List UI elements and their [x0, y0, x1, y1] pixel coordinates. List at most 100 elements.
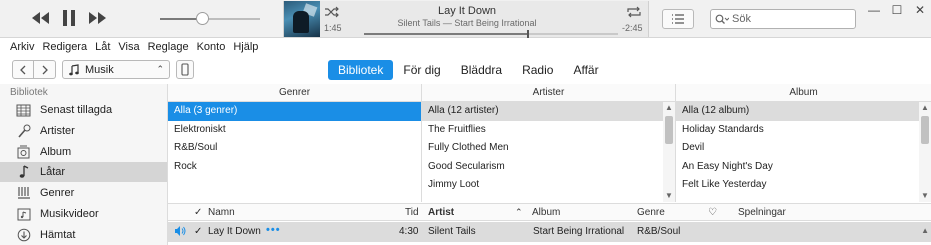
fast-forward-button[interactable]	[88, 11, 108, 25]
device-button[interactable]	[176, 60, 194, 79]
artists-scrollbar[interactable]: ▲ ▼	[663, 102, 675, 202]
genre-item[interactable]: Alla (3 genrer)	[168, 102, 421, 121]
search-input[interactable]	[732, 13, 842, 25]
album-item[interactable]: Alla (12 album)	[676, 102, 931, 121]
genre-item[interactable]: Elektroniskt	[168, 121, 421, 140]
menu-lat[interactable]: Låt	[95, 41, 110, 53]
sidebar-item-recently-added[interactable]: Senast tillagda	[0, 100, 167, 120]
column-header-album[interactable]: Album	[532, 207, 560, 218]
shuffle-button[interactable]	[324, 6, 340, 21]
song-album: Start Being Irrational	[533, 226, 625, 237]
album-item[interactable]: Felt Like Yesterday	[676, 176, 931, 195]
tab-bibliotek[interactable]: Bibliotek	[328, 60, 394, 80]
menu-visa[interactable]: Visa	[118, 41, 139, 53]
sidebar-item-genres[interactable]: Genrer	[0, 183, 167, 203]
song-checkbox[interactable]: ✓	[194, 226, 202, 237]
scroll-thumb[interactable]	[921, 116, 929, 144]
scroll-down-icon[interactable]: ▼	[663, 190, 675, 202]
column-header-artist[interactable]: Artist	[428, 207, 454, 218]
artist-item[interactable]: Alla (12 artister)	[422, 102, 675, 121]
close-button[interactable]: ✕	[914, 4, 926, 16]
artist-item[interactable]: Good Secularism	[422, 158, 675, 177]
album-artwork[interactable]	[284, 1, 320, 37]
genre-item[interactable]: R&B/Soul	[168, 139, 421, 158]
album-item[interactable]: An Easy Night's Day	[676, 158, 931, 177]
artist-item[interactable]: Jimmy Loot	[422, 176, 675, 195]
albums-header[interactable]: Album	[676, 84, 931, 102]
library-sidebar: Bibliotek Senast tillagda Artister Album…	[0, 84, 168, 245]
minimize-button[interactable]: —	[868, 4, 880, 16]
menu-arkiv[interactable]: Arkiv	[10, 41, 34, 53]
forward-button[interactable]	[34, 60, 56, 79]
progress-fill	[364, 33, 527, 35]
artists-column: Artister Alla (12 artister) The Fruitfli…	[422, 84, 676, 202]
progress-playhead[interactable]	[526, 30, 529, 38]
album-icon	[16, 145, 31, 160]
sidebar-item-downloaded[interactable]: Hämtat	[0, 225, 167, 245]
maximize-button[interactable]: ☐	[891, 4, 903, 16]
download-icon	[16, 228, 31, 243]
volume-knob[interactable]	[196, 12, 209, 25]
music-note-icon	[16, 165, 31, 180]
now-playing-title: Lay It Down	[437, 5, 497, 17]
artist-item[interactable]: Fully Clothed Men	[422, 139, 675, 158]
tab-bladdra[interactable]: Bläddra	[451, 60, 512, 80]
scroll-up-icon[interactable]: ▲	[919, 102, 931, 114]
album-item[interactable]: Devil	[676, 139, 931, 158]
pause-icon	[63, 10, 75, 26]
rewind-button[interactable]	[30, 11, 50, 25]
media-type-select[interactable]: Musik ⌃	[62, 60, 170, 79]
menu-konto[interactable]: Konto	[197, 41, 226, 53]
menu-hjalp[interactable]: Hjälp	[233, 41, 258, 53]
search-field[interactable]	[710, 9, 856, 29]
volume-slider[interactable]	[160, 11, 260, 27]
menu-redigera[interactable]: Redigera	[42, 41, 87, 53]
column-header-genre[interactable]: Genre	[637, 207, 665, 218]
column-header-love[interactable]: ♡	[708, 207, 717, 218]
column-header-check[interactable]: ✓	[194, 207, 202, 218]
repeat-button[interactable]	[626, 6, 642, 21]
tab-for-dig[interactable]: För dig	[393, 60, 450, 80]
album-item[interactable]: Holiday Standards	[676, 121, 931, 140]
now-playing-display: 1:45 Lay It Down Silent Tails — Start Be…	[283, 1, 649, 38]
artist-item[interactable]: The Fruitflies	[422, 121, 675, 140]
song-time: 4:30	[399, 226, 419, 237]
sidebar-item-music-videos[interactable]: Musikvideor	[0, 204, 167, 224]
history-buttons	[12, 60, 56, 79]
sidebar-item-label: Senast tillagda	[40, 104, 113, 116]
tab-radio[interactable]: Radio	[512, 60, 563, 80]
genres-icon	[16, 186, 31, 201]
scroll-thumb[interactable]	[665, 116, 673, 144]
column-header-time[interactable]: Tid	[405, 207, 419, 218]
sidebar-item-label: Album	[40, 146, 72, 158]
sidebar-item-album[interactable]: Album	[0, 142, 167, 162]
song-genre: R&B/Soul	[637, 226, 681, 237]
pause-button[interactable]	[62, 9, 76, 27]
list-icon	[672, 14, 684, 24]
sidebar-item-artists[interactable]: Artister	[0, 121, 167, 141]
scroll-down-icon[interactable]: ▼	[919, 190, 931, 202]
table-row[interactable]: ✓ Lay It Down ••• 4:30 Silent Tails Star…	[168, 222, 931, 242]
song-artist: Silent Tails	[428, 226, 476, 237]
column-header-plays[interactable]: Spelningar	[738, 207, 786, 218]
more-options-button[interactable]: •••	[266, 224, 281, 236]
progress-bar[interactable]	[364, 30, 618, 38]
back-button[interactable]	[12, 60, 34, 79]
scroll-up-icon[interactable]: ▲	[921, 226, 929, 235]
music-video-icon	[16, 207, 31, 222]
scroll-up-icon[interactable]: ▲	[663, 102, 675, 114]
sidebar-item-label: Låtar	[40, 166, 66, 178]
tab-affar[interactable]: Affär	[563, 60, 608, 80]
up-next-button[interactable]	[662, 9, 694, 29]
artists-header[interactable]: Artister	[422, 84, 675, 102]
column-header-name[interactable]: Namn	[208, 207, 235, 218]
chevron-right-icon	[42, 65, 48, 74]
player-bar: 1:45 Lay It Down Silent Tails — Start Be…	[0, 0, 931, 38]
genres-header[interactable]: Genrer	[168, 84, 421, 102]
sidebar-item-songs[interactable]: Låtar	[0, 162, 167, 182]
menu-bar: Arkiv Redigera Låt Visa Reglage Konto Hj…	[0, 38, 931, 55]
albums-scrollbar[interactable]: ▲ ▼	[919, 102, 931, 202]
window-controls: — ☐ ✕	[868, 4, 926, 16]
menu-reglage[interactable]: Reglage	[148, 41, 189, 53]
genre-item[interactable]: Rock	[168, 158, 421, 177]
